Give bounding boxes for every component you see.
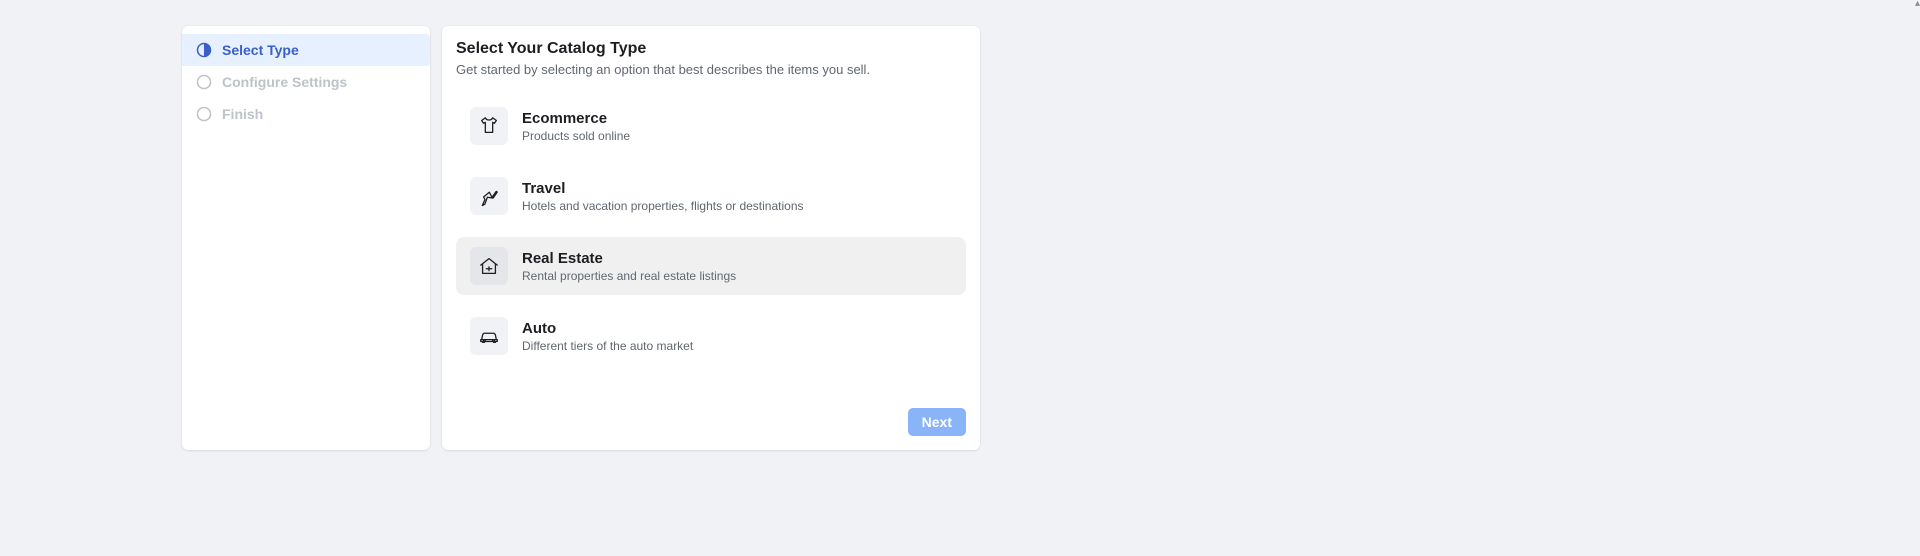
- catalog-option-ecommerce[interactable]: Ecommerce Products sold online: [456, 97, 966, 155]
- catalog-option-auto[interactable]: Auto Different tiers of the auto market: [456, 307, 966, 365]
- page-subtitle: Get started by selecting an option that …: [456, 62, 966, 77]
- catalog-option-real-estate[interactable]: Real Estate Rental properties and real e…: [456, 237, 966, 295]
- wizard-sidebar: Select Type Configure Settings Finish: [182, 26, 430, 450]
- catalog-option-travel[interactable]: Travel Hotels and vacation properties, f…: [456, 167, 966, 225]
- circle-outline-icon: [196, 74, 212, 90]
- page-title: Select Your Catalog Type: [456, 40, 966, 58]
- scroll-caret-icon: ▴: [1915, 0, 1920, 9]
- option-title: Real Estate: [522, 250, 952, 267]
- step-select-type[interactable]: Select Type: [182, 34, 430, 66]
- option-desc: Different tiers of the auto market: [522, 339, 952, 353]
- step-label: Select Type: [222, 42, 299, 58]
- airplane-icon: [470, 177, 508, 215]
- step-label: Configure Settings: [222, 74, 347, 90]
- option-desc: Products sold online: [522, 129, 952, 143]
- step-finish: Finish: [182, 98, 430, 130]
- option-title: Ecommerce: [522, 110, 952, 127]
- option-desc: Hotels and vacation properties, flights …: [522, 199, 952, 213]
- option-title: Travel: [522, 180, 952, 197]
- next-button[interactable]: Next: [908, 408, 966, 436]
- option-desc: Rental properties and real estate listin…: [522, 269, 952, 283]
- option-title: Auto: [522, 320, 952, 337]
- catalog-type-panel: Select Your Catalog Type Get started by …: [442, 26, 980, 450]
- step-configure-settings: Configure Settings: [182, 66, 430, 98]
- half-circle-icon: [196, 42, 212, 58]
- circle-outline-icon: [196, 106, 212, 122]
- car-icon: [470, 317, 508, 355]
- tshirt-icon: [470, 107, 508, 145]
- house-icon: [470, 247, 508, 285]
- step-label: Finish: [222, 106, 263, 122]
